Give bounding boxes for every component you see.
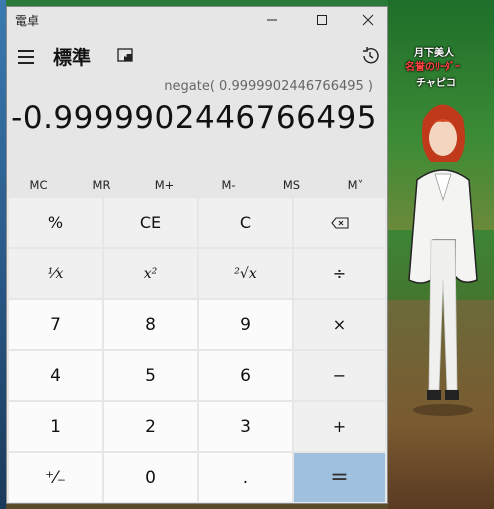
square-label: x² bbox=[143, 265, 158, 282]
negate-button[interactable]: ⁺⁄₋ bbox=[9, 453, 102, 502]
minimize-button[interactable] bbox=[249, 7, 295, 33]
percent-button[interactable]: % bbox=[9, 198, 102, 247]
calculator-window: 電卓 標準 negate( 0.9999902446766495 ) -0.99… bbox=[6, 6, 388, 504]
decimal-button[interactable]: . bbox=[199, 453, 292, 502]
memory-clear-button[interactable]: MC bbox=[7, 171, 70, 199]
window-title: 電卓 bbox=[15, 14, 40, 28]
memory-subtract-button[interactable]: M- bbox=[197, 171, 260, 199]
square-root-label: ²√x bbox=[234, 265, 257, 282]
digit-6-button[interactable]: 6 bbox=[199, 351, 292, 400]
mode-title: 標準 bbox=[53, 47, 92, 69]
hamburger-line bbox=[18, 62, 34, 64]
keypad: % CE C ¹⁄x x² ²√x ÷ 7 8 9 × 4 5 6 − 1 2 … bbox=[7, 198, 387, 502]
maximize-icon bbox=[317, 15, 327, 25]
minimize-icon bbox=[267, 19, 277, 21]
character-name: 月下美人 bbox=[414, 48, 454, 59]
expression-text: negate( 0.9999902446766495 ) bbox=[164, 79, 373, 94]
character-avatar[interactable] bbox=[393, 90, 493, 420]
digit-8-button[interactable]: 8 bbox=[104, 300, 197, 349]
square-button[interactable]: x² bbox=[104, 249, 197, 298]
hamburger-line bbox=[18, 50, 34, 52]
maximize-button[interactable] bbox=[299, 7, 345, 33]
divide-button[interactable]: ÷ bbox=[294, 249, 385, 298]
close-icon bbox=[362, 14, 374, 26]
hamburger-menu-button[interactable] bbox=[15, 45, 39, 69]
memory-list-button[interactable]: M˅ bbox=[324, 171, 387, 199]
character-subtitle: チャピコ bbox=[416, 78, 456, 89]
title-bar[interactable]: 電卓 bbox=[7, 7, 387, 33]
digit-9-button[interactable]: 9 bbox=[199, 300, 292, 349]
history-icon[interactable] bbox=[359, 45, 381, 67]
reciprocal-button[interactable]: ¹⁄x bbox=[9, 249, 102, 298]
result-display: -0.9999902446766495 bbox=[11, 100, 377, 136]
digit-3-button[interactable]: 3 bbox=[199, 402, 292, 451]
digit-5-button[interactable]: 5 bbox=[104, 351, 197, 400]
clear-button[interactable]: C bbox=[199, 198, 292, 247]
digit-2-button[interactable]: 2 bbox=[104, 402, 197, 451]
close-button[interactable] bbox=[345, 7, 391, 33]
memory-add-button[interactable]: M+ bbox=[133, 171, 196, 199]
digit-0-button[interactable]: 0 bbox=[104, 453, 197, 502]
square-root-button[interactable]: ²√x bbox=[199, 249, 292, 298]
character-guild: 名誉のﾘｰﾀﾞｰ bbox=[405, 62, 460, 73]
reciprocal-label: ¹⁄x bbox=[47, 265, 64, 282]
header: 標準 bbox=[7, 37, 387, 77]
equals-button[interactable]: = bbox=[294, 453, 385, 502]
clear-entry-button[interactable]: CE bbox=[104, 198, 197, 247]
multiply-button[interactable]: × bbox=[294, 300, 385, 349]
digit-1-button[interactable]: 1 bbox=[9, 402, 102, 451]
digit-4-button[interactable]: 4 bbox=[9, 351, 102, 400]
keep-on-top-icon[interactable] bbox=[115, 45, 137, 67]
memory-row: MC MR M+ M- MS M˅ bbox=[7, 171, 387, 199]
backspace-icon bbox=[330, 216, 349, 229]
digit-7-button[interactable]: 7 bbox=[9, 300, 102, 349]
memory-store-button[interactable]: MS bbox=[260, 171, 323, 199]
memory-recall-button[interactable]: MR bbox=[70, 171, 133, 199]
minus-button[interactable]: − bbox=[294, 351, 385, 400]
plus-button[interactable]: + bbox=[294, 402, 385, 451]
backspace-button[interactable] bbox=[294, 198, 385, 247]
hamburger-line bbox=[18, 56, 34, 58]
